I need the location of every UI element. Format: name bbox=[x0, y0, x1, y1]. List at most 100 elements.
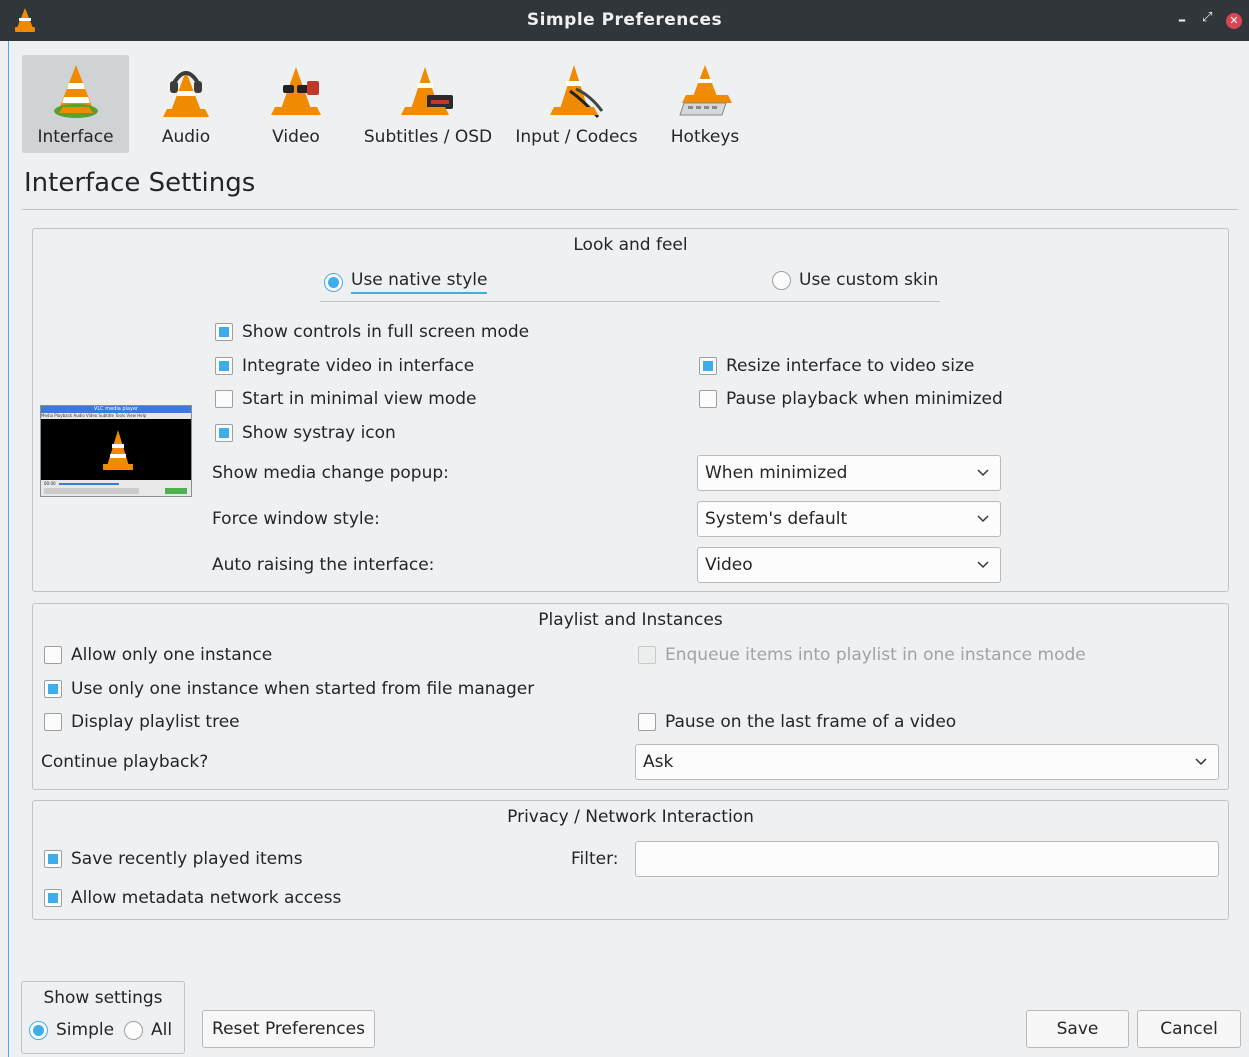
window-style-select[interactable]: System's default bbox=[697, 501, 1001, 537]
category-hotkeys[interactable]: Hotkeys bbox=[662, 55, 748, 153]
all-mode-radio[interactable]: All bbox=[124, 1020, 172, 1040]
window-title: Simple Preferences bbox=[526, 10, 723, 30]
simple-mode-label: Simple bbox=[56, 1020, 115, 1040]
custom-skin-label: Use custom skin bbox=[799, 270, 939, 290]
show-settings-group: Show settings bbox=[21, 981, 185, 1054]
category-label: Interface bbox=[37, 127, 114, 147]
checkbox-label: Use only one instance when started from … bbox=[71, 679, 535, 699]
vlc-cone-glasses-icon bbox=[271, 67, 321, 115]
checkbox-label: Display playlist tree bbox=[71, 712, 240, 732]
category-label: Input / Codecs bbox=[515, 127, 638, 147]
custom-skin-radio[interactable]: Use custom skin bbox=[772, 270, 938, 290]
radio-indicator bbox=[324, 272, 343, 292]
radio-indicator bbox=[29, 1020, 48, 1040]
checkbox-label: Pause on the last frame of a video bbox=[665, 712, 957, 732]
cancel-button[interactable]: Cancel bbox=[1137, 1010, 1241, 1048]
one-instance-checkbox[interactable]: Allow only one instance bbox=[44, 645, 272, 665]
checkbox-label: Allow only one instance bbox=[71, 645, 273, 665]
category-video[interactable]: Video bbox=[252, 55, 340, 153]
save-button[interactable]: Save bbox=[1026, 1010, 1129, 1048]
playlist-instances-title: Playlist and Instances bbox=[538, 610, 723, 630]
filter-input[interactable] bbox=[635, 841, 1219, 877]
systray-checkbox[interactable]: Show systray icon bbox=[215, 423, 396, 443]
privacy-network-title: Privacy / Network Interaction bbox=[507, 807, 754, 827]
preview-time: 00:00 bbox=[44, 481, 56, 486]
save-recent-checkbox[interactable]: Save recently played items bbox=[44, 849, 303, 869]
minimize-icon[interactable]: – bbox=[1178, 10, 1186, 29]
category-label: Video bbox=[272, 127, 320, 147]
reset-preferences-button[interactable]: Reset Preferences bbox=[202, 1010, 375, 1048]
checkbox-label: Resize interface to video size bbox=[726, 356, 975, 376]
checkbox-indicator bbox=[44, 646, 62, 664]
checkbox-label: Pause playback when minimized bbox=[726, 389, 1003, 409]
vlc-cone-keyboard-icon bbox=[679, 65, 732, 116]
select-value: When minimized bbox=[705, 463, 848, 483]
checkbox-indicator bbox=[44, 850, 62, 868]
checkbox-label: Integrate video in interface bbox=[242, 356, 475, 376]
preview-menubar: Media Playback Audio Video Subtitle Tool… bbox=[41, 413, 191, 419]
pause-minimized-checkbox[interactable]: Pause playback when minimized bbox=[699, 389, 1003, 409]
window-style-label: Force window style: bbox=[212, 509, 380, 529]
vlc-cone-subtitles-icon bbox=[401, 67, 453, 115]
auto-raise-label: Auto raising the interface: bbox=[212, 555, 435, 575]
vlc-cone-headphones-icon bbox=[163, 71, 209, 117]
checkbox-indicator bbox=[215, 323, 233, 341]
select-value: Video bbox=[705, 555, 753, 575]
checkbox-label: Show controls in full screen mode bbox=[242, 322, 530, 342]
checkbox-indicator bbox=[215, 390, 233, 408]
style-tab-divider bbox=[320, 301, 940, 302]
playlist-tree-checkbox[interactable]: Display playlist tree bbox=[44, 712, 240, 732]
all-mode-label: All bbox=[151, 1020, 173, 1040]
category-label: Hotkeys bbox=[670, 127, 740, 147]
category-input-codecs[interactable]: Input / Codecs bbox=[510, 55, 643, 153]
checkbox-label: Save recently played items bbox=[71, 849, 303, 869]
restore-icon[interactable]: ⤢ bbox=[1202, 10, 1212, 25]
close-icon[interactable]: ✕ bbox=[1226, 13, 1242, 29]
show-controls-checkbox[interactable]: Show controls in full screen mode bbox=[215, 322, 529, 342]
vlc-cone-cables-icon bbox=[549, 65, 603, 118]
preview-titlebar: VLC media player bbox=[41, 406, 191, 413]
simple-mode-radio[interactable]: Simple bbox=[29, 1020, 114, 1040]
look-and-feel-title: Look and feel bbox=[573, 235, 688, 255]
category-interface[interactable]: Interface bbox=[22, 55, 129, 153]
category-label: Audio bbox=[161, 127, 211, 147]
media-popup-select[interactable]: When minimized bbox=[697, 455, 1001, 491]
checkbox-indicator bbox=[638, 713, 656, 731]
look-and-feel-group: Look and feel bbox=[32, 228, 1229, 592]
title-divider bbox=[22, 209, 1238, 210]
file-manager-instance-checkbox[interactable]: Use only one instance when started from … bbox=[44, 679, 534, 699]
checkbox-label: Allow metadata network access bbox=[71, 888, 342, 908]
checkbox-label: Start in minimal view mode bbox=[242, 389, 477, 409]
preview-controls: 00:00 bbox=[41, 480, 191, 496]
native-style-radio[interactable]: Use native style bbox=[324, 270, 488, 294]
category-audio[interactable]: Audio bbox=[142, 55, 230, 153]
checkbox-label: Show systray icon bbox=[242, 423, 396, 443]
chevron-down-icon bbox=[977, 561, 989, 569]
checkbox-indicator bbox=[699, 357, 717, 375]
metadata-access-checkbox[interactable]: Allow metadata network access bbox=[44, 888, 341, 908]
minimal-view-checkbox[interactable]: Start in minimal view mode bbox=[215, 389, 476, 409]
auto-raise-select[interactable]: Video bbox=[697, 547, 1001, 583]
preview-cone-icon bbox=[103, 430, 133, 470]
pause-last-frame-checkbox[interactable]: Pause on the last frame of a video bbox=[638, 712, 956, 732]
continue-playback-label: Continue playback? bbox=[41, 752, 209, 772]
checkbox-indicator bbox=[44, 889, 62, 907]
checkbox-indicator bbox=[44, 713, 62, 731]
checkbox-indicator bbox=[638, 646, 656, 664]
interface-preview-image: VLC media player Media Playback Audio Vi… bbox=[40, 405, 192, 497]
media-popup-label: Show media change popup: bbox=[212, 463, 449, 483]
chevron-down-icon bbox=[1195, 758, 1207, 766]
chevron-down-icon bbox=[977, 515, 989, 523]
category-subtitles-osd[interactable]: Subtitles / OSD bbox=[360, 55, 496, 153]
select-value: System's default bbox=[705, 509, 848, 529]
checkbox-label: Enqueue items into playlist in one insta… bbox=[665, 645, 1086, 665]
native-style-label: Use native style bbox=[351, 270, 488, 294]
checkbox-indicator bbox=[215, 357, 233, 375]
radio-indicator bbox=[772, 270, 791, 290]
title-bar: Simple Preferences – ⤢ ✕ bbox=[0, 0, 1249, 41]
show-settings-title: Show settings bbox=[43, 988, 163, 1008]
integrate-video-checkbox[interactable]: Integrate video in interface bbox=[215, 356, 474, 376]
continue-playback-select[interactable]: Ask bbox=[635, 744, 1219, 780]
resize-interface-checkbox[interactable]: Resize interface to video size bbox=[699, 356, 974, 376]
checkbox-indicator bbox=[699, 390, 717, 408]
